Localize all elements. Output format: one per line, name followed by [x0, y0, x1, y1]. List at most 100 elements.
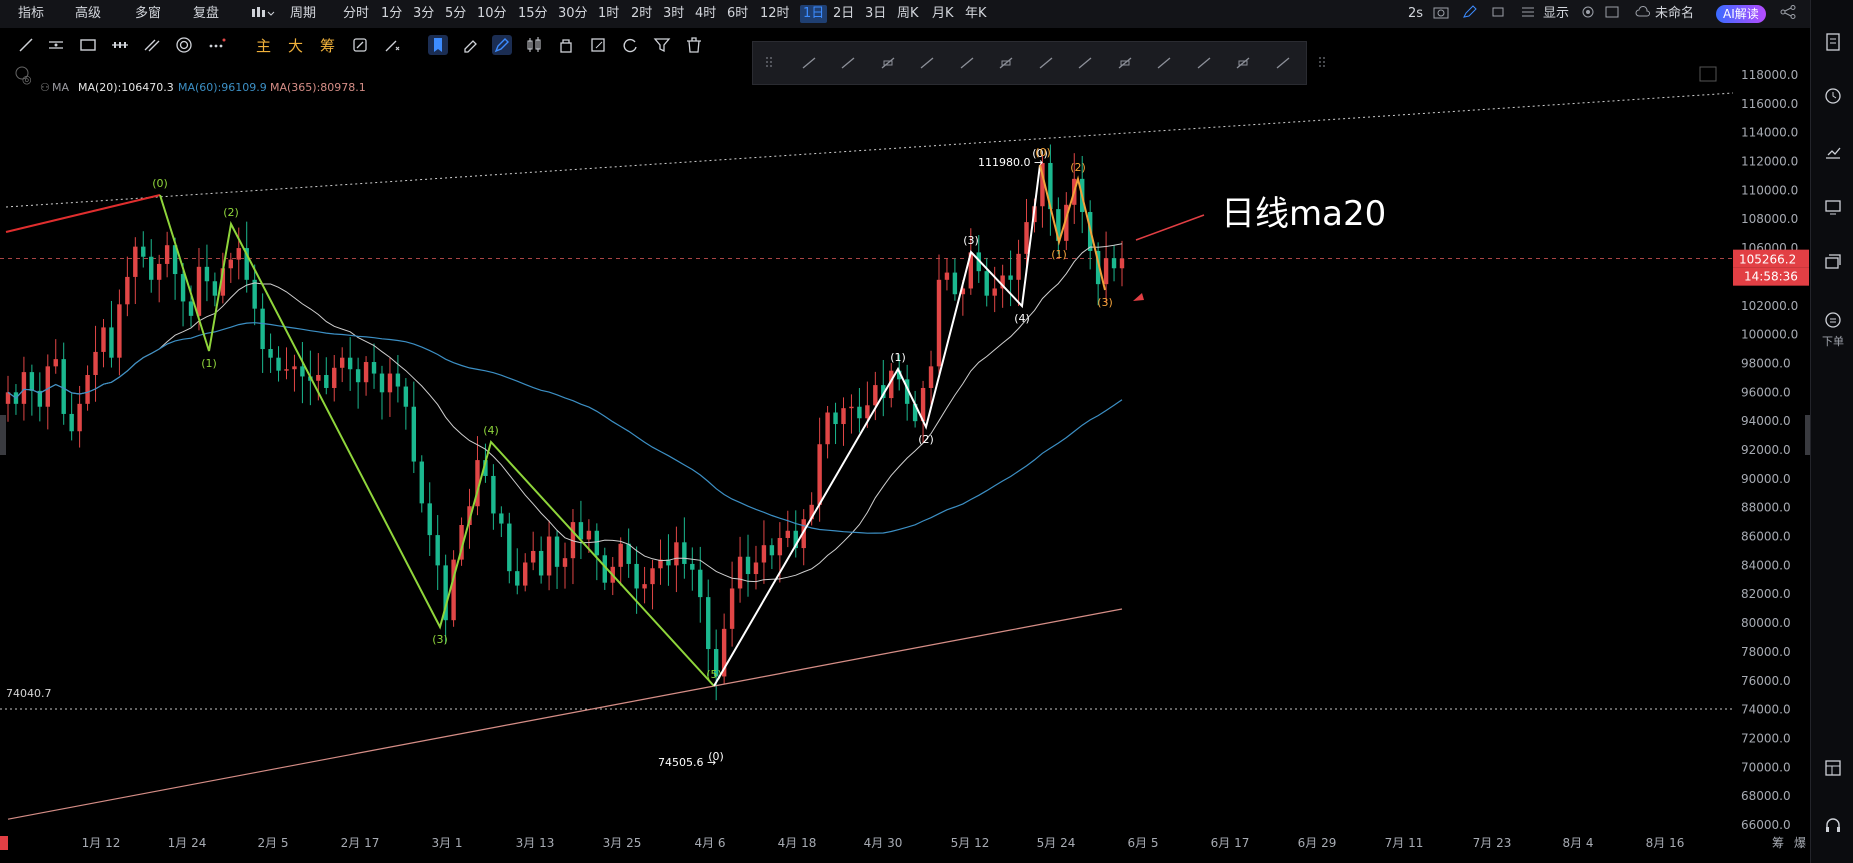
toolbar-item-2[interactable]: 多窗	[135, 5, 161, 23]
toolbar-item-13[interactable]: 1时	[598, 5, 619, 23]
toolbar-item-0[interactable]: 指标	[18, 5, 44, 23]
y-tick-label: 92000.0	[1741, 443, 1791, 457]
candle-body	[21, 372, 27, 404]
candle-body	[578, 522, 584, 540]
bookmark-icon[interactable]	[428, 35, 448, 55]
annotation-arrowhead	[1133, 293, 1144, 301]
headset-icon[interactable]	[1823, 815, 1843, 835]
toolbar-item-23[interactable]: 月K	[932, 5, 954, 23]
svg-text:主: 主	[256, 37, 271, 55]
y-tick-label: 112000.0	[1741, 155, 1798, 169]
channel-tool-icon[interactable]	[110, 35, 130, 55]
y-tick-label: 110000.0	[1741, 183, 1798, 197]
unnamed-label[interactable]: 未命名	[1655, 5, 1694, 23]
candle-body	[292, 366, 297, 370]
pen-icon[interactable]	[1462, 5, 1478, 23]
toolbar-item-1[interactable]: 高级	[75, 5, 101, 23]
camera-icon[interactable]	[1433, 5, 1449, 23]
y-tick-label: 96000.0	[1741, 385, 1791, 399]
draw-pen-icon[interactable]	[492, 35, 512, 55]
chart-type-icon[interactable]	[250, 5, 276, 23]
main-chart-icon[interactable]: 主	[254, 35, 274, 55]
cards-icon[interactable]	[1823, 252, 1843, 272]
share-icon[interactable]	[1780, 5, 1796, 23]
gear-icon[interactable]	[1580, 5, 1596, 23]
left-edge-marker	[0, 836, 8, 850]
left-collapse-handle[interactable]	[0, 415, 6, 455]
toolbar-item-9[interactable]: 5分	[445, 5, 466, 23]
candle-body	[761, 545, 767, 563]
price-chart[interactable]: ◎ ⚇ MA MA(20):106470.3 MA(60):96109.9 MA(365)…	[0, 60, 1810, 863]
clock-icon[interactable]	[1823, 86, 1843, 106]
toolbar-item-3[interactable]: 复盘	[193, 5, 219, 23]
restore-icon[interactable]	[1490, 5, 1506, 23]
toolbar-item-21[interactable]: 3日	[865, 5, 886, 23]
toolbar-item-12[interactable]: 30分	[558, 5, 588, 23]
candle-body	[817, 444, 822, 505]
toolbar-item-8[interactable]: 3分	[413, 5, 434, 23]
y-tick-label: 118000.0	[1741, 68, 1798, 82]
chip-icon[interactable]: 筹	[318, 35, 338, 55]
filter-icon[interactable]	[652, 35, 672, 55]
edit-icon[interactable]	[588, 35, 608, 55]
candle-body	[332, 367, 337, 388]
eraser-icon[interactable]	[460, 35, 480, 55]
layout-icon[interactable]	[1823, 758, 1843, 778]
rectangle-tool-icon[interactable]	[78, 35, 98, 55]
drawing-toolbar: 主 大 筹	[0, 30, 760, 60]
hline-tool-icon[interactable]	[46, 35, 66, 55]
toolbar-item-24[interactable]: 年K	[965, 5, 987, 23]
maximize-icon[interactable]	[1699, 66, 1717, 82]
candle-body	[395, 373, 401, 387]
candle-body	[698, 569, 703, 598]
toolbar-item-20[interactable]: 2日	[833, 5, 854, 23]
ai-interpret-button[interactable]: AI解读	[1716, 5, 1766, 23]
x-tick-label: 4月 6	[694, 836, 725, 850]
toolbar-item-17[interactable]: 6时	[727, 5, 748, 23]
support-label: 74040.7	[6, 687, 52, 700]
order-icon[interactable]	[1823, 310, 1843, 330]
toolbar-item-6[interactable]: 分时	[343, 5, 369, 23]
measure-icon[interactable]	[382, 35, 402, 55]
toolbar-item-22[interactable]: 周K	[897, 5, 919, 23]
cloud-icon[interactable]	[1635, 5, 1651, 23]
candle-body	[618, 543, 623, 567]
x-tick-label: 2月 17	[341, 836, 380, 850]
interval-label[interactable]: 2s	[1408, 5, 1423, 23]
spiral-tool-icon[interactable]	[174, 35, 194, 55]
toolbar-item-10[interactable]: 10分	[477, 5, 507, 23]
toolbar-item-16[interactable]: 4时	[695, 5, 716, 23]
red-ray-line	[5, 194, 161, 233]
sync-icon[interactable]	[620, 35, 640, 55]
toolbar-item-15[interactable]: 3时	[663, 5, 684, 23]
toolbar-item-19[interactable]: 1日	[800, 5, 828, 23]
line-tool-icon[interactable]	[16, 35, 36, 55]
trash-icon[interactable]	[684, 35, 704, 55]
toolbar-item-18[interactable]: 12时	[760, 5, 790, 23]
order-label[interactable]: 下单	[1817, 333, 1849, 349]
settings-list-icon[interactable]	[1520, 5, 1536, 23]
toolbar-item-5[interactable]: 周期	[290, 5, 316, 23]
x-tick-label: 1月 24	[168, 836, 207, 850]
toolbar-item-14[interactable]: 2时	[631, 5, 652, 23]
lock-icon[interactable]	[556, 35, 576, 55]
chart-icon[interactable]	[1823, 142, 1843, 162]
display-label[interactable]: 显示	[1543, 5, 1569, 23]
y-tick-label: 74000.0	[1741, 703, 1791, 717]
more-tools-icon[interactable]	[206, 35, 226, 55]
doc-icon[interactable]	[1823, 32, 1843, 52]
x-tick-label: 5月 12	[951, 836, 990, 850]
fullscreen-icon[interactable]	[1604, 5, 1620, 23]
toolbar-item-11[interactable]: 15分	[518, 5, 548, 23]
monitor-icon[interactable]	[1823, 197, 1843, 217]
big-icon[interactable]: 大	[286, 35, 306, 55]
candle-body	[268, 349, 273, 358]
parallel-tool-icon[interactable]	[142, 35, 162, 55]
toolbar-item-7[interactable]: 1分	[381, 5, 402, 23]
y-tick-label: 84000.0	[1741, 558, 1791, 572]
candle-type-icon[interactable]	[524, 35, 544, 55]
magnet-icon[interactable]	[350, 35, 370, 55]
candle-body	[355, 369, 361, 383]
candle-body	[276, 357, 281, 371]
candle-body	[228, 259, 233, 269]
